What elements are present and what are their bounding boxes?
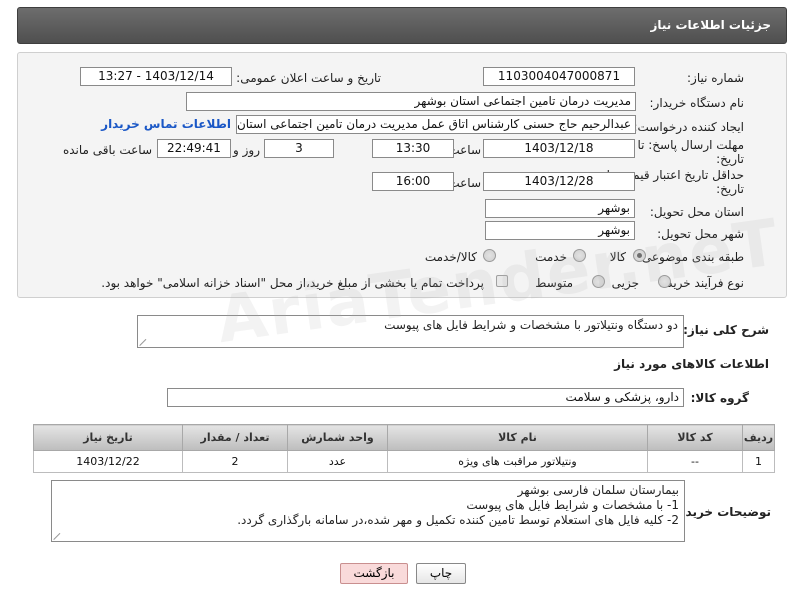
table-row[interactable]: 1 -- ونتیلاتور مراقبت های ویژه عدد 2 140… <box>33 450 775 473</box>
process-option-minor: جزیی <box>611 276 639 290</box>
buyer-org-label: نام دستگاه خریدار: <box>649 96 745 110</box>
creator-label: ایجاد کننده درخواست: <box>633 120 744 134</box>
process-radio-medium[interactable] <box>592 275 605 288</box>
reply-deadline-label: مهلت ارسال پاسخ: تا <box>637 138 744 152</box>
city-label: شهر محل تحویل: <box>657 227 744 241</box>
category-label: طبقه بندی موضوعی: <box>637 250 744 264</box>
announce-date-field[interactable]: 1403/12/14 - 13:27 <box>80 67 232 86</box>
page-title: جزئیات اطلاعات نیاز <box>650 18 771 32</box>
remaining-time-field[interactable]: 22:49:41 <box>157 139 231 158</box>
price-validity-label-date: تاریخ: <box>716 182 744 196</box>
print-button[interactable]: چاپ <box>416 563 466 584</box>
reply-deadline-time-field[interactable]: 13:30 <box>372 139 454 158</box>
need-number-label: شماره نیاز: <box>687 71 744 85</box>
col-qty: تعداد / مقدار <box>182 424 288 451</box>
reply-deadline-label-date: تاریخ: <box>716 152 744 166</box>
col-unit: واحد شمارش <box>287 424 388 451</box>
page-header: جزئیات اطلاعات نیاز <box>17 7 787 44</box>
buyer-notes-line-3: 2- کلیه فایل های استعلام توسط تامین کنند… <box>237 513 679 527</box>
province-label: استان محل تحویل: <box>649 205 744 219</box>
goods-table: ردیف کد کالا نام کالا واحد شمارش تعداد /… <box>33 424 775 473</box>
announce-date-label: تاریخ و ساعت اعلان عمومی: <box>236 71 381 85</box>
resize-grip-icon[interactable] <box>54 531 63 540</box>
cell-need-date: 1403/12/22 <box>33 450 183 473</box>
buyer-notes-line-1: بیمارستان سلمان فارسی بوشهر <box>517 483 679 497</box>
category-option-goods-service: کالا/خدمت <box>424 250 477 264</box>
days-label: روز و <box>233 143 260 157</box>
category-radio-service[interactable] <box>573 249 586 262</box>
buyer-notes-line-2: 1- با مشخصات و شرایط فایل های پیوست <box>466 498 679 512</box>
cell-name: ونتیلاتور مراقبت های ویژه <box>387 450 648 473</box>
remaining-label: ساعت باقی مانده <box>62 143 152 157</box>
col-row: ردیف <box>742 424 775 451</box>
cell-unit: عدد <box>287 450 388 473</box>
category-radio-goods-service[interactable] <box>483 249 496 262</box>
treasury-checkbox[interactable] <box>496 275 508 287</box>
back-button[interactable]: بازگشت <box>340 563 408 584</box>
table-header-row: ردیف کد کالا نام کالا واحد شمارش تعداد /… <box>33 424 775 451</box>
category-radio-goods[interactable] <box>633 249 646 262</box>
col-need-date: تاریخ نیاز <box>33 424 183 451</box>
process-option-medium: متوسط <box>535 276 573 290</box>
resize-grip-icon[interactable] <box>140 337 149 346</box>
creator-field[interactable]: عبدالرحیم حاج حسنی کارشناس اتاق عمل مدیر… <box>236 115 636 134</box>
description-label: شرح کلی نیاز: <box>683 323 769 337</box>
col-name: نام کالا <box>387 424 648 451</box>
goods-group-field[interactable]: دارو، پزشکی و سلامت <box>167 388 684 407</box>
buyer-notes-field[interactable]: بیمارستان سلمان فارسی بوشهر 1- با مشخصات… <box>51 480 685 542</box>
goods-group-label: گروه کالا: <box>690 391 749 405</box>
cell-row: 1 <box>742 450 775 473</box>
buyer-org-field[interactable]: مدیریت درمان تامین اجتماعی استان بوشهر <box>186 92 636 111</box>
price-validity-time-field[interactable]: 16:00 <box>372 172 454 191</box>
province-field[interactable]: بوشهر <box>485 199 635 218</box>
price-validity-date-field[interactable]: 1403/12/28 <box>483 172 635 191</box>
col-code: کد کالا <box>647 424 743 451</box>
process-radio-minor[interactable] <box>658 275 671 288</box>
cell-qty: 2 <box>182 450 288 473</box>
treasury-note: پرداخت تمام یا بخشی از مبلغ خرید،از محل … <box>101 276 484 290</box>
description-field[interactable]: دو دستگاه ونتیلاتور با مشخصات و شرایط فا… <box>137 315 684 348</box>
need-number-field[interactable]: 1103004047000871 <box>483 67 635 86</box>
goods-section-title: اطلاعات کالاهای مورد نیاز <box>614 357 769 371</box>
category-option-service: خدمت <box>535 250 567 264</box>
city-field[interactable]: بوشهر <box>485 221 635 240</box>
remaining-days-field[interactable]: 3 <box>264 139 334 158</box>
category-option-goods: کالا <box>609 250 626 264</box>
buyer-contact-link[interactable]: اطلاعات تماس خریدار <box>101 117 231 131</box>
description-text: دو دستگاه ونتیلاتور با مشخصات و شرایط فا… <box>384 318 678 332</box>
cell-code: -- <box>647 450 743 473</box>
reply-deadline-date-field[interactable]: 1403/12/18 <box>483 139 635 158</box>
process-label: نوع فرآیند خرید : <box>659 276 744 290</box>
